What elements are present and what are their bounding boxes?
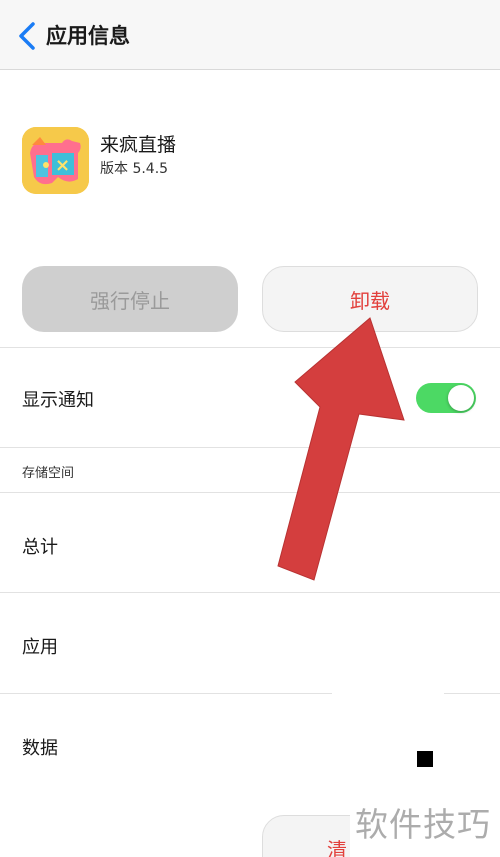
storage-row-label: 应用 (22, 637, 58, 658)
app-version: 版本 5.4.5 (100, 161, 169, 177)
storage-row-total[interactable]: 总计 (0, 492, 500, 592)
app-name: 来疯直播 (100, 134, 177, 156)
storage-row-app[interactable]: 应用 (0, 592, 500, 693)
watermark-background (332, 688, 444, 800)
storage-section-label: 存储空间 (22, 466, 75, 481)
show-notifications-label: 显示通知 (22, 390, 94, 411)
watermark-text: 软件技巧 (355, 805, 491, 844)
page-title: 应用信息 (46, 24, 130, 48)
storage-section-header: 存储空间 (0, 447, 500, 492)
chevron-left-icon[interactable] (14, 20, 42, 52)
storage-row-label: 总计 (22, 537, 58, 558)
navigation-bar: 应用信息 (0, 0, 500, 70)
watermark-square-icon (417, 751, 433, 767)
app-logo-icon: × (22, 127, 89, 194)
storage-row-label: 数据 (22, 738, 58, 759)
show-notifications-row: 显示通知 (0, 347, 500, 447)
notifications-toggle[interactable] (416, 383, 476, 413)
uninstall-button[interactable]: 卸载 (262, 266, 478, 332)
toggle-knob (448, 385, 474, 411)
force-stop-button: 强行停止 (22, 266, 238, 332)
app-info-section: × 来疯直播 版本 5.4.5 强行停止 卸载 (0, 70, 500, 347)
svg-text:×: × (55, 155, 70, 176)
